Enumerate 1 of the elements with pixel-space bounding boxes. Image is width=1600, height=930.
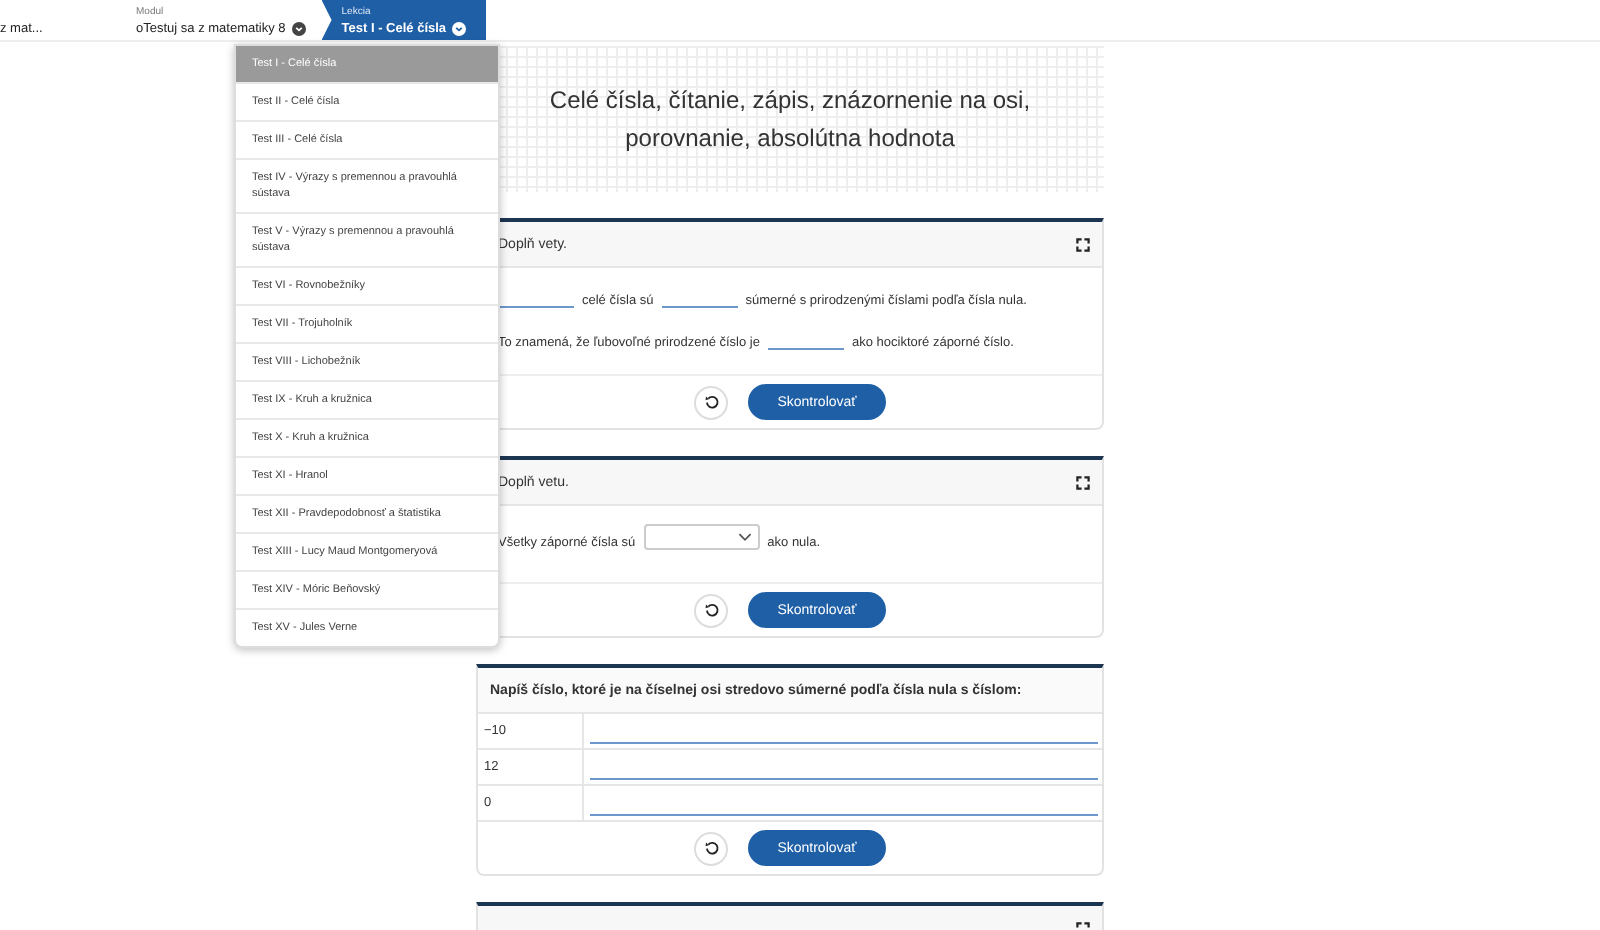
page-title: Celé čísla, čítanie, zápis, znázornenie na osi, porovnanie, absolútna hodnota [547, 83, 1033, 155]
